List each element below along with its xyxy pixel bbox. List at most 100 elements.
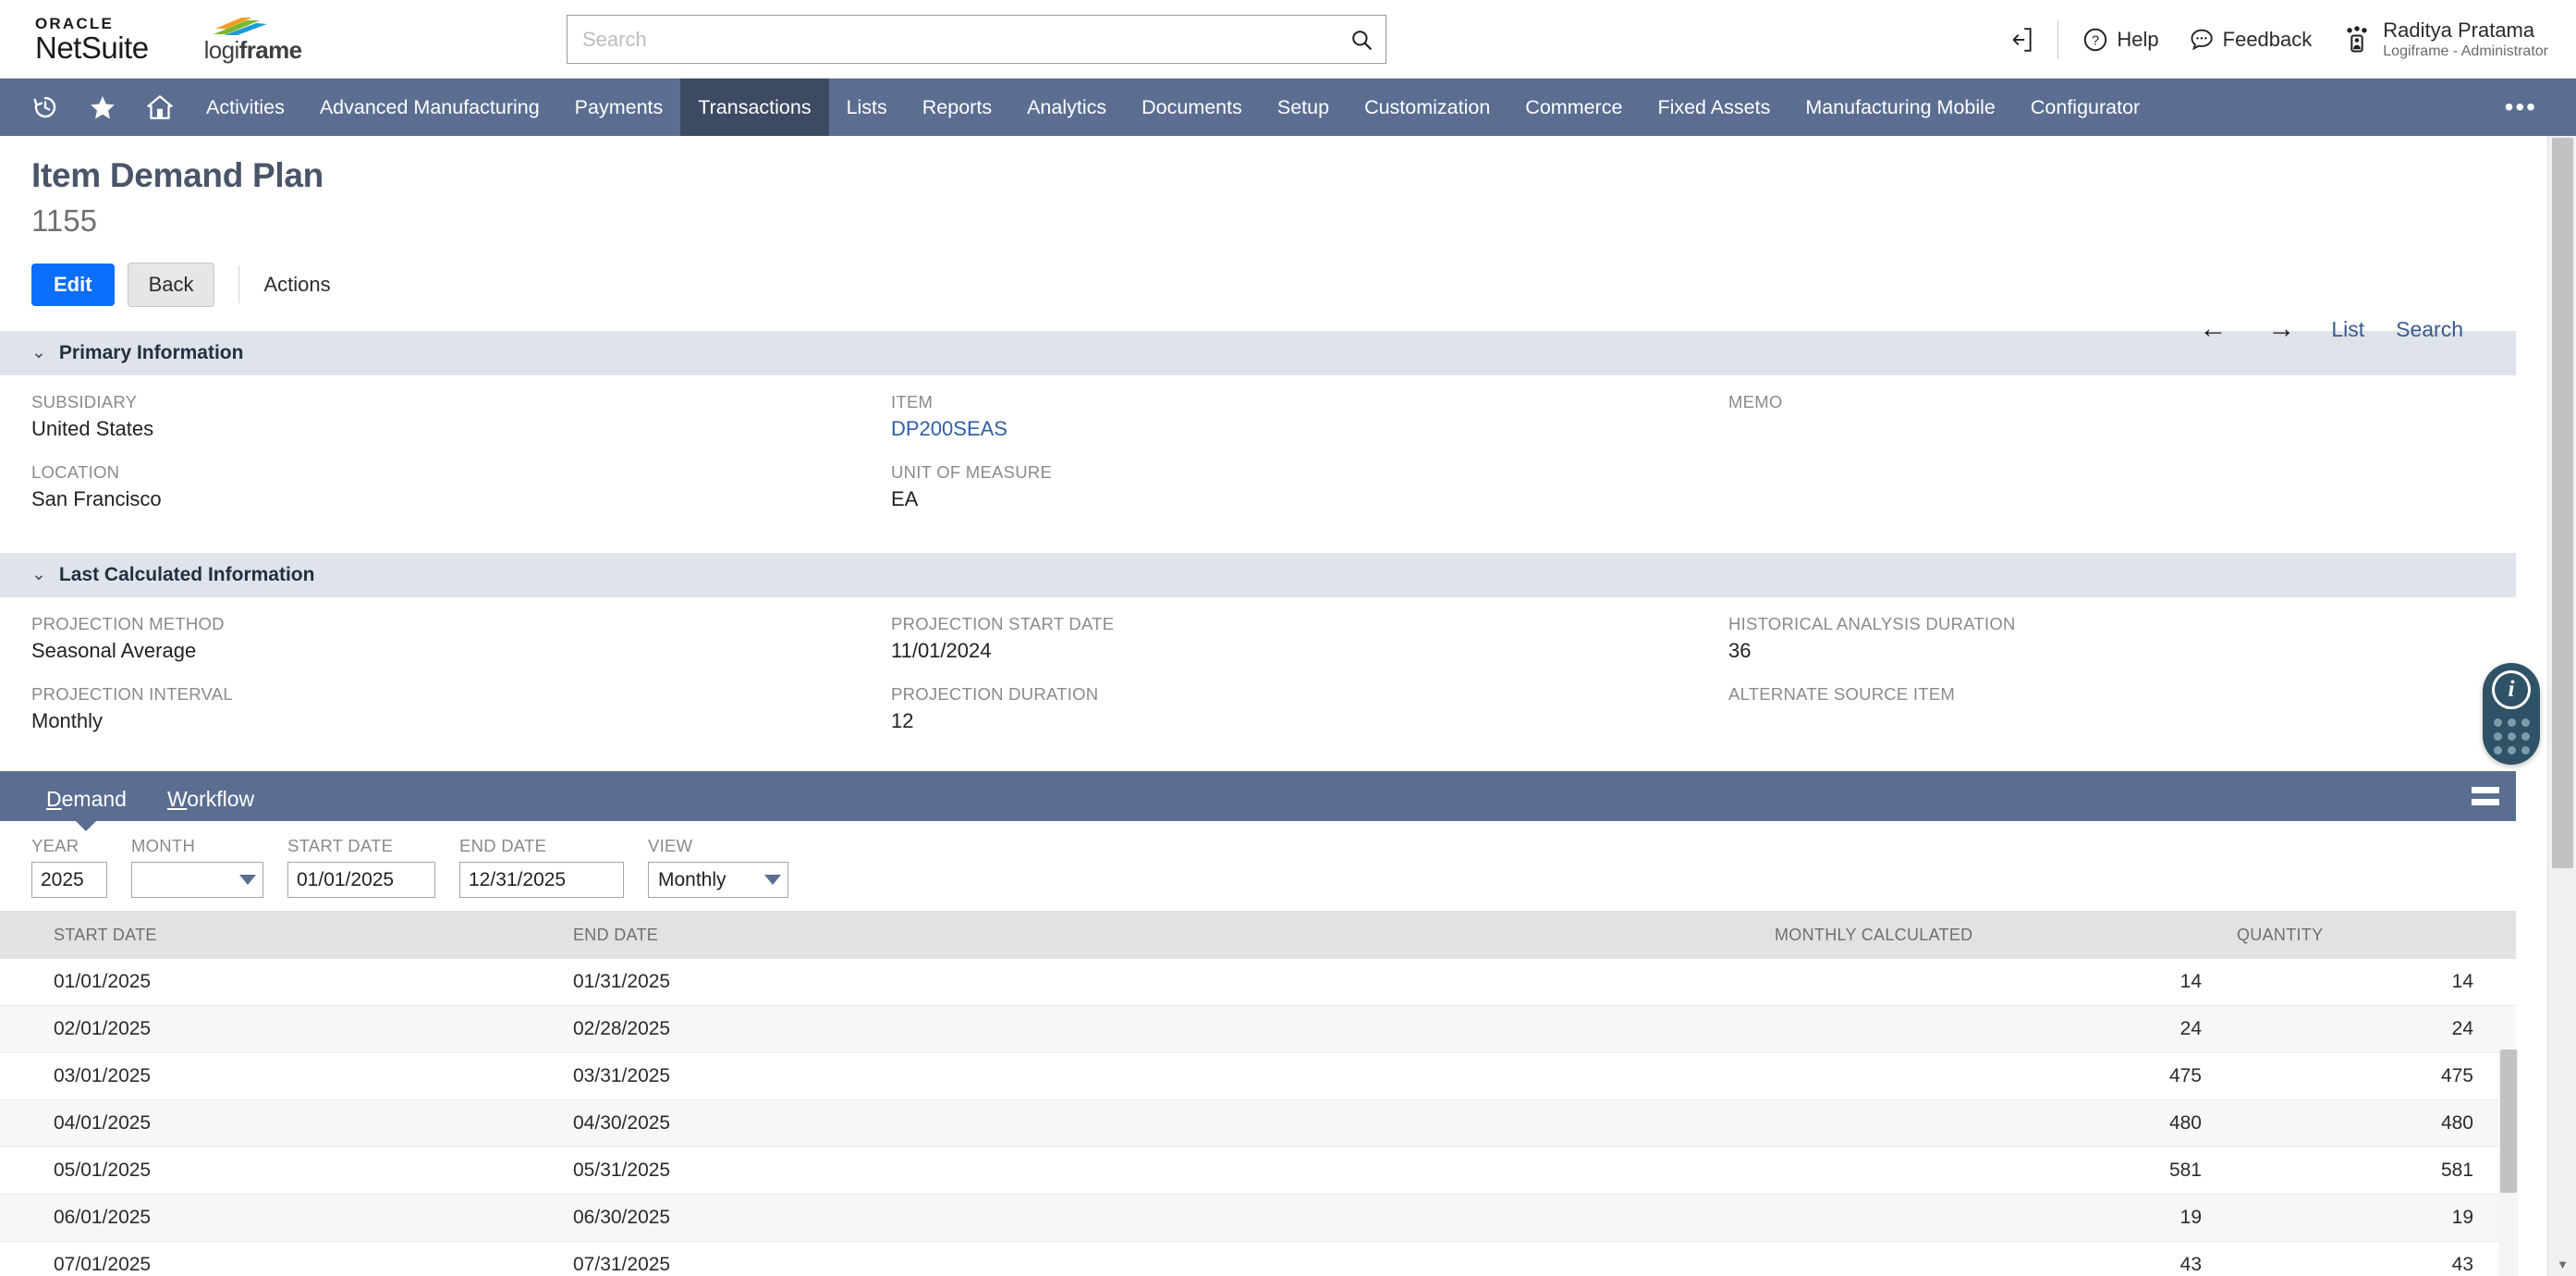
list-link[interactable]: List [2315, 317, 2380, 342]
cell-quantity: 24 [2237, 1006, 2516, 1053]
column-header-start-date[interactable]: START DATE [0, 911, 573, 959]
create-shortcut-button[interactable] [1995, 26, 2048, 54]
field-projection-method: PROJECTION METHODSeasonal Average [31, 614, 891, 673]
oracle-netsuite-logo[interactable]: ORACLE NetSuite [35, 16, 149, 63]
sublist-tabstrip: DemandWorkflow [0, 771, 2516, 821]
favorites-button[interactable] [74, 79, 131, 136]
search-input[interactable] [568, 16, 1337, 63]
svg-text:?: ? [2092, 33, 2099, 48]
tab-demand[interactable]: Demand [30, 787, 143, 821]
last-calculated-information-fields: PROJECTION METHODSeasonal AveragePROJECT… [0, 597, 2547, 751]
scroll-down-arrow-icon[interactable]: ▼ [2548, 1252, 2576, 1276]
cell-start: 01/01/2025 [0, 959, 573, 1006]
nav-item-customization[interactable]: Customization [1347, 79, 1508, 136]
table-row[interactable]: 07/01/202507/31/20254343 [0, 1242, 2516, 1276]
column-header-end-date[interactable]: END DATE [573, 911, 1775, 959]
sublist-view-menu-button[interactable] [2464, 779, 2507, 814]
help-button[interactable]: ? Help [2068, 27, 2173, 53]
view-label: VIEW [648, 836, 788, 856]
recent-history-button[interactable] [17, 79, 74, 136]
field-value-subsidiary: United States [31, 417, 891, 442]
field-memo: MEMO [1728, 392, 2547, 451]
field-value-projection-duration: 12 [891, 709, 1728, 734]
field-value-item[interactable]: DP200SEAS [891, 417, 1728, 442]
nav-item-analytics[interactable]: Analytics [1009, 79, 1124, 136]
column-header-quantity[interactable]: QUANTITY [2237, 911, 2516, 959]
search-submit-button[interactable] [1337, 16, 1386, 63]
year-label: YEAR [31, 836, 107, 856]
nav-item-payments[interactable]: Payments [557, 79, 681, 136]
nav-item-commerce[interactable]: Commerce [1508, 79, 1640, 136]
demand-filters: YEAR MONTH START DATE END DATE VIEW Mont… [0, 821, 2547, 911]
table-vertical-scrollbar[interactable]: ▼ [2498, 1049, 2519, 1276]
nav-more-button[interactable]: ••• [2492, 79, 2550, 136]
cell-calculated: 24 [1775, 1006, 2237, 1053]
cell-end: 02/28/2025 [573, 1006, 1775, 1053]
page-vertical-scrollbar[interactable]: ▲ ▼ [2547, 136, 2576, 1276]
page-scroll-thumb[interactable] [2552, 138, 2573, 868]
year-input[interactable] [31, 862, 107, 898]
table-scroll-thumb[interactable] [2500, 1049, 2517, 1193]
previous-record-button[interactable]: ← [2179, 315, 2247, 343]
magnifier-icon [1349, 28, 1373, 52]
section-last-calculated-information[interactable]: ⌄ Last Calculated Information [0, 553, 2516, 597]
end-date-input[interactable] [459, 862, 624, 898]
nav-item-activities[interactable]: Activities [189, 79, 302, 136]
next-record-button[interactable]: → [2247, 315, 2315, 343]
nav-item-configurator[interactable]: Configurator [2013, 79, 2157, 136]
section-title-primary-information: Primary Information [59, 342, 244, 364]
start-date-input[interactable] [287, 862, 435, 898]
field-label-alternate-source-item: ALTERNATE SOURCE ITEM [1728, 684, 2547, 705]
back-button[interactable]: Back [128, 263, 215, 307]
table-row[interactable]: 02/01/202502/28/20252424 [0, 1006, 2516, 1053]
view-select[interactable]: Monthly [648, 862, 788, 898]
feedback-button[interactable]: Feedback [2174, 27, 2327, 53]
info-grid-widget[interactable]: i [2483, 663, 2540, 765]
field-subsidiary: SUBSIDIARYUnited States [31, 392, 891, 451]
nav-item-lists[interactable]: Lists [829, 79, 905, 136]
list-view-icon-bar [2472, 787, 2499, 793]
tab-workflow[interactable]: Workflow [151, 787, 271, 821]
field-value-projection-start-date: 11/01/2024 [891, 639, 1728, 664]
field-label-item: ITEM [891, 392, 1728, 412]
global-search[interactable] [567, 15, 1386, 64]
user-menu[interactable]: Raditya Pratama Logiframe - Administrato… [2326, 18, 2548, 62]
field-value-empty [1728, 467, 2547, 492]
chevron-down-icon: ⌄ [31, 564, 46, 585]
nav-item-advanced-manufacturing[interactable]: Advanced Manufacturing [302, 79, 557, 136]
field-item: ITEM DP200SEAS [891, 392, 1728, 451]
star-favorites-icon [89, 93, 116, 121]
end-date-label: END DATE [459, 836, 624, 856]
table-row[interactable]: 03/01/202503/31/2025475475 [0, 1053, 2516, 1100]
filter-start-date: START DATE [287, 836, 435, 898]
record-toolbar: Edit Back Actions [31, 263, 2547, 307]
nav-item-setup[interactable]: Setup [1260, 79, 1347, 136]
logiframe-logo[interactable]: logiframe [204, 16, 302, 62]
table-row[interactable]: 01/01/202501/31/20251414 [0, 959, 2516, 1006]
edit-button[interactable]: Edit [31, 264, 115, 306]
actions-menu[interactable]: Actions [263, 273, 330, 297]
filter-year: YEAR [31, 836, 107, 898]
nav-item-documents[interactable]: Documents [1124, 79, 1260, 136]
nav-item-transactions[interactable]: Transactions [680, 79, 828, 136]
page-title: Item Demand Plan [31, 156, 2547, 195]
home-icon [146, 93, 174, 121]
month-select[interactable] [131, 862, 263, 898]
table-row[interactable]: 05/01/202505/31/2025581581 [0, 1147, 2516, 1195]
table-header-row: START DATE END DATE MONTHLY CALCULATED Q… [0, 911, 2516, 959]
section-primary-information[interactable]: ⌄ Primary Information [0, 331, 2516, 375]
nav-item-fixed-assets[interactable]: Fixed Assets [1640, 79, 1788, 136]
home-button[interactable] [131, 79, 189, 136]
table-row[interactable]: 06/01/202506/30/20251919 [0, 1195, 2516, 1242]
cell-calculated: 43 [1775, 1242, 2237, 1276]
nav-item-reports[interactable]: Reports [905, 79, 1009, 136]
nav-item-manufacturing-mobile[interactable]: Manufacturing Mobile [1788, 79, 2013, 136]
table-row[interactable]: 04/01/202504/30/2025480480 [0, 1100, 2516, 1147]
cell-end: 04/30/2025 [573, 1100, 1775, 1147]
cell-end: 06/30/2025 [573, 1195, 1775, 1242]
cell-calculated: 14 [1775, 959, 2237, 1006]
chat-bubble-icon [2189, 27, 2215, 53]
column-header-monthly-calculated[interactable]: MONTHLY CALCULATED [1775, 911, 2237, 959]
search-link[interactable]: Search [2380, 317, 2479, 342]
field-label-memo: MEMO [1728, 392, 2547, 412]
